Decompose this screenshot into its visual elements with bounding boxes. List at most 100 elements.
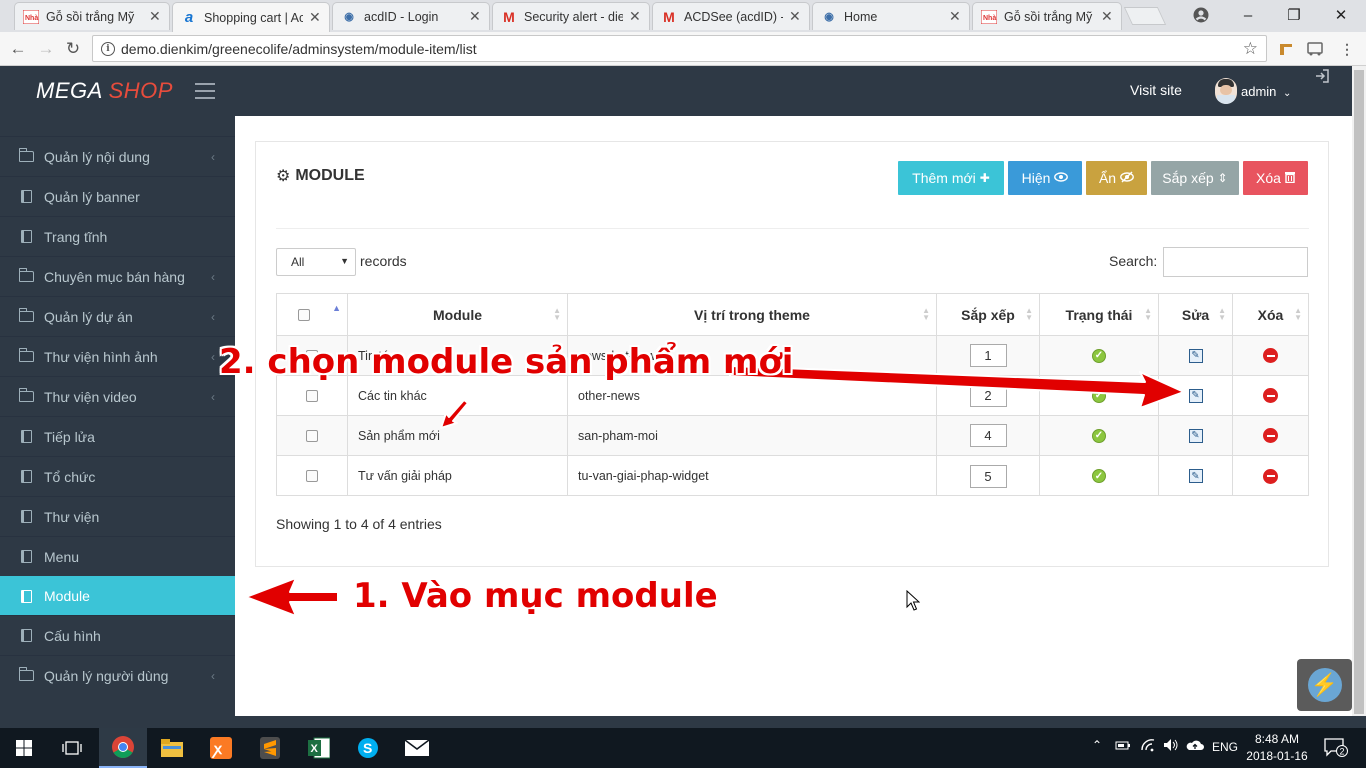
order-input[interactable]: 4 bbox=[969, 424, 1007, 447]
records-per-page-select[interactable]: All ▼ bbox=[276, 248, 356, 276]
check-icon[interactable]: ✓ bbox=[1092, 469, 1106, 483]
edit-icon[interactable]: ✎ bbox=[1188, 388, 1203, 403]
skype-icon[interactable]: S bbox=[344, 728, 392, 768]
sidebar-item-static-pages[interactable]: Trang tĩnh bbox=[0, 216, 235, 256]
floating-widget[interactable]: ⚡ bbox=[1297, 659, 1352, 711]
sidebar-item-tiep-lua[interactable]: Tiếp lửa bbox=[0, 416, 235, 456]
close-tab-icon[interactable]: ✕ bbox=[469, 8, 481, 25]
volume-icon[interactable] bbox=[1163, 738, 1179, 755]
add-new-button[interactable]: Thêm mới ✚ bbox=[898, 161, 1004, 195]
sidebar-item-banner[interactable]: Quản lý banner bbox=[0, 176, 235, 216]
sidebar-item-video-library[interactable]: Thư viện video ‹ bbox=[0, 376, 235, 416]
chrome-icon[interactable] bbox=[99, 728, 147, 768]
menu-icon[interactable]: ⋮ bbox=[1338, 40, 1356, 58]
browser-tab[interactable]: ◉ Home ✕ bbox=[812, 2, 970, 30]
close-tab-icon[interactable]: ✕ bbox=[629, 8, 641, 25]
visit-site-link[interactable]: Visit site bbox=[1130, 82, 1182, 98]
hide-button[interactable]: Ẩn bbox=[1086, 161, 1147, 195]
edit-icon[interactable]: ✎ bbox=[1188, 469, 1203, 483]
language-indicator[interactable]: ENG bbox=[1212, 740, 1238, 754]
sidebar-item-settings[interactable]: Cấu hình bbox=[0, 615, 235, 655]
restore-icon[interactable]: ❐ bbox=[1271, 0, 1317, 30]
cast-icon[interactable] bbox=[1306, 40, 1324, 58]
scrollbar-thumb[interactable] bbox=[1354, 70, 1364, 714]
forward-icon[interactable]: → bbox=[34, 37, 58, 61]
windows-icon[interactable] bbox=[0, 728, 48, 768]
select-all-checkbox[interactable] bbox=[298, 308, 310, 321]
delete-icon[interactable] bbox=[1263, 468, 1278, 484]
show-button[interactable]: Hiện bbox=[1008, 161, 1082, 195]
column-header-status[interactable]: Trạng thái ▲ ▼ bbox=[1040, 294, 1159, 336]
page-scrollbar[interactable] bbox=[1352, 66, 1366, 716]
close-tab-icon[interactable]: ✕ bbox=[1101, 8, 1113, 25]
sidebar-item-content[interactable]: Quản lý nội dung ‹ bbox=[0, 136, 235, 176]
row-checkbox[interactable] bbox=[306, 389, 318, 402]
clock[interactable]: 8:48 AM 2018-01-16 bbox=[1242, 731, 1312, 765]
edit-icon[interactable]: ✎ bbox=[1188, 348, 1203, 363]
profile-icon[interactable] bbox=[1178, 0, 1224, 30]
browser-tab[interactable]: Nhà Gỗ sồi trắng Mỹ ✕ bbox=[972, 2, 1122, 30]
column-header-delete[interactable]: Xóa ▲ ▼ bbox=[1233, 294, 1308, 336]
user-menu[interactable]: admin ⌄ bbox=[1241, 84, 1291, 99]
row-checkbox[interactable] bbox=[306, 429, 318, 442]
sidebar-item-sales-categories[interactable]: Chuyên mục bán hàng ‹ bbox=[0, 256, 235, 296]
sidebar-item-module[interactable]: Module bbox=[0, 576, 235, 615]
sidebar-toggle-icon[interactable] bbox=[195, 83, 215, 99]
delete-icon[interactable] bbox=[1263, 388, 1278, 403]
excel-icon[interactable]: X bbox=[295, 728, 343, 768]
sidebar-item-users[interactable]: Quản lý người dùng ‹ bbox=[0, 655, 235, 695]
browser-tab[interactable]: M Security alert - die ✕ bbox=[492, 2, 650, 30]
column-header-order[interactable]: Sắp xếp ▲ ▼ bbox=[937, 294, 1040, 336]
order-input[interactable]: 5 bbox=[969, 464, 1007, 488]
xampp-icon[interactable]: ꭗ bbox=[197, 728, 245, 768]
notification-icon[interactable]: 2 bbox=[1324, 737, 1348, 760]
extension-icon[interactable] bbox=[1277, 40, 1295, 58]
order-input[interactable]: 2 bbox=[969, 384, 1007, 407]
reload-icon[interactable]: ↻ bbox=[61, 37, 85, 61]
address-bar[interactable]: i demo.dienkim/greenecolife/adminsystem/… bbox=[92, 35, 1267, 62]
browser-tab[interactable]: M ACDSee (acdID) - I ✕ bbox=[652, 2, 810, 30]
column-header-position[interactable]: Vị trí trong theme ▲ ▼ bbox=[568, 294, 937, 336]
close-window-icon[interactable]: ✕ bbox=[1318, 0, 1364, 30]
sort-button[interactable]: Sắp xếp ⇕ bbox=[1151, 161, 1239, 195]
check-icon[interactable]: ✓ bbox=[1092, 388, 1106, 403]
site-info-icon[interactable]: i bbox=[101, 41, 115, 56]
sidebar-item-image-library[interactable]: Thư viện hình ảnh ‹ bbox=[0, 336, 235, 376]
task-view-icon[interactable] bbox=[48, 728, 96, 768]
browser-tab[interactable]: Nhà Gỗ sồi trắng Mỹ ✕ bbox=[14, 2, 170, 30]
check-icon[interactable]: ✓ bbox=[1092, 348, 1106, 363]
close-tab-icon[interactable]: ✕ bbox=[789, 8, 801, 25]
back-icon[interactable]: ← bbox=[6, 37, 30, 61]
mail-icon[interactable] bbox=[393, 728, 441, 768]
minimize-icon[interactable]: – bbox=[1225, 0, 1271, 30]
sidebar-item-projects[interactable]: Quản lý dự án ‹ bbox=[0, 296, 235, 336]
sublime-icon[interactable] bbox=[246, 728, 294, 768]
close-tab-icon[interactable]: ✕ bbox=[149, 8, 161, 25]
row-checkbox[interactable] bbox=[306, 470, 318, 482]
delete-icon[interactable] bbox=[1263, 348, 1278, 363]
bookmark-star-icon[interactable]: ☆ bbox=[1243, 39, 1258, 59]
column-header-edit[interactable]: Sửa ▲ ▼ bbox=[1159, 294, 1233, 336]
sidebar-item-menu[interactable]: Menu bbox=[0, 536, 235, 576]
file-explorer-icon[interactable] bbox=[148, 728, 196, 768]
new-tab-button[interactable] bbox=[1123, 7, 1167, 25]
order-input[interactable]: 1 bbox=[969, 344, 1007, 367]
close-tab-icon[interactable]: ✕ bbox=[949, 8, 961, 25]
browser-tab[interactable]: a Shopping cart | Ac ✕ bbox=[172, 2, 330, 32]
delete-icon[interactable] bbox=[1263, 428, 1278, 443]
column-header-module[interactable]: Module ▲ ▼ bbox=[348, 294, 568, 336]
wifi-icon[interactable] bbox=[1140, 738, 1156, 755]
browser-tab[interactable]: ◉ acdID - Login ✕ bbox=[332, 2, 490, 30]
battery-icon[interactable] bbox=[1115, 738, 1131, 755]
sidebar-item-library[interactable]: Thư viện bbox=[0, 496, 235, 536]
check-icon[interactable]: ✓ bbox=[1092, 428, 1106, 443]
logo[interactable]: MEGA SHOP bbox=[36, 78, 173, 104]
close-tab-icon[interactable]: ✕ bbox=[309, 9, 321, 26]
avatar[interactable] bbox=[1215, 78, 1237, 104]
logout-icon[interactable] bbox=[1314, 68, 1330, 88]
edit-icon[interactable]: ✎ bbox=[1188, 428, 1203, 443]
onedrive-icon[interactable] bbox=[1186, 738, 1204, 755]
delete-button[interactable]: Xóa bbox=[1243, 161, 1308, 195]
chevron-up-icon[interactable]: ⌃ bbox=[1092, 738, 1102, 752]
search-input[interactable] bbox=[1163, 247, 1308, 277]
